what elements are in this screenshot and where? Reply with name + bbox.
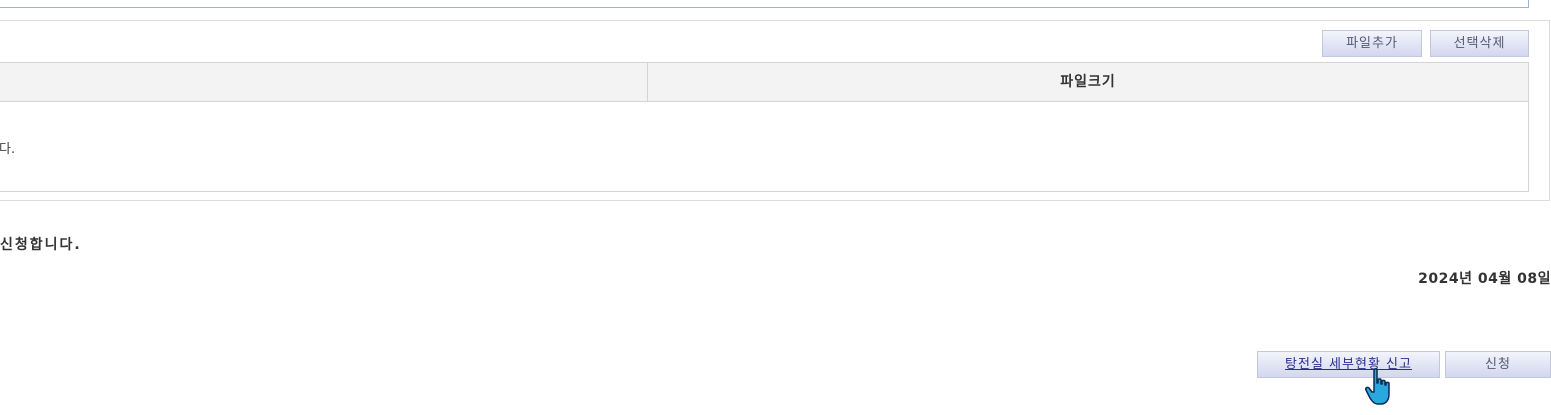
submit-button[interactable]: 신청: [1445, 351, 1551, 378]
report-dispensary-details-button[interactable]: 탕전실 세부현황 신고: [1257, 351, 1440, 378]
column-header-file-size: 파일크기: [1060, 74, 1116, 90]
delete-selected-button[interactable]: 선택삭제: [1430, 30, 1529, 57]
table-empty-message: 다.: [0, 142, 16, 157]
hand-pointer-icon: [1365, 368, 1390, 405]
table-header-row: 파일크기: [0, 63, 1528, 102]
file-table: 파일크기 다.: [0, 62, 1529, 192]
declaration-text: 신청합니다.: [0, 237, 82, 253]
add-file-button[interactable]: 파일추가: [1322, 30, 1422, 57]
text-area-field[interactable]: [0, 0, 1529, 8]
application-date: 2024년 04월 08일: [1418, 271, 1551, 287]
